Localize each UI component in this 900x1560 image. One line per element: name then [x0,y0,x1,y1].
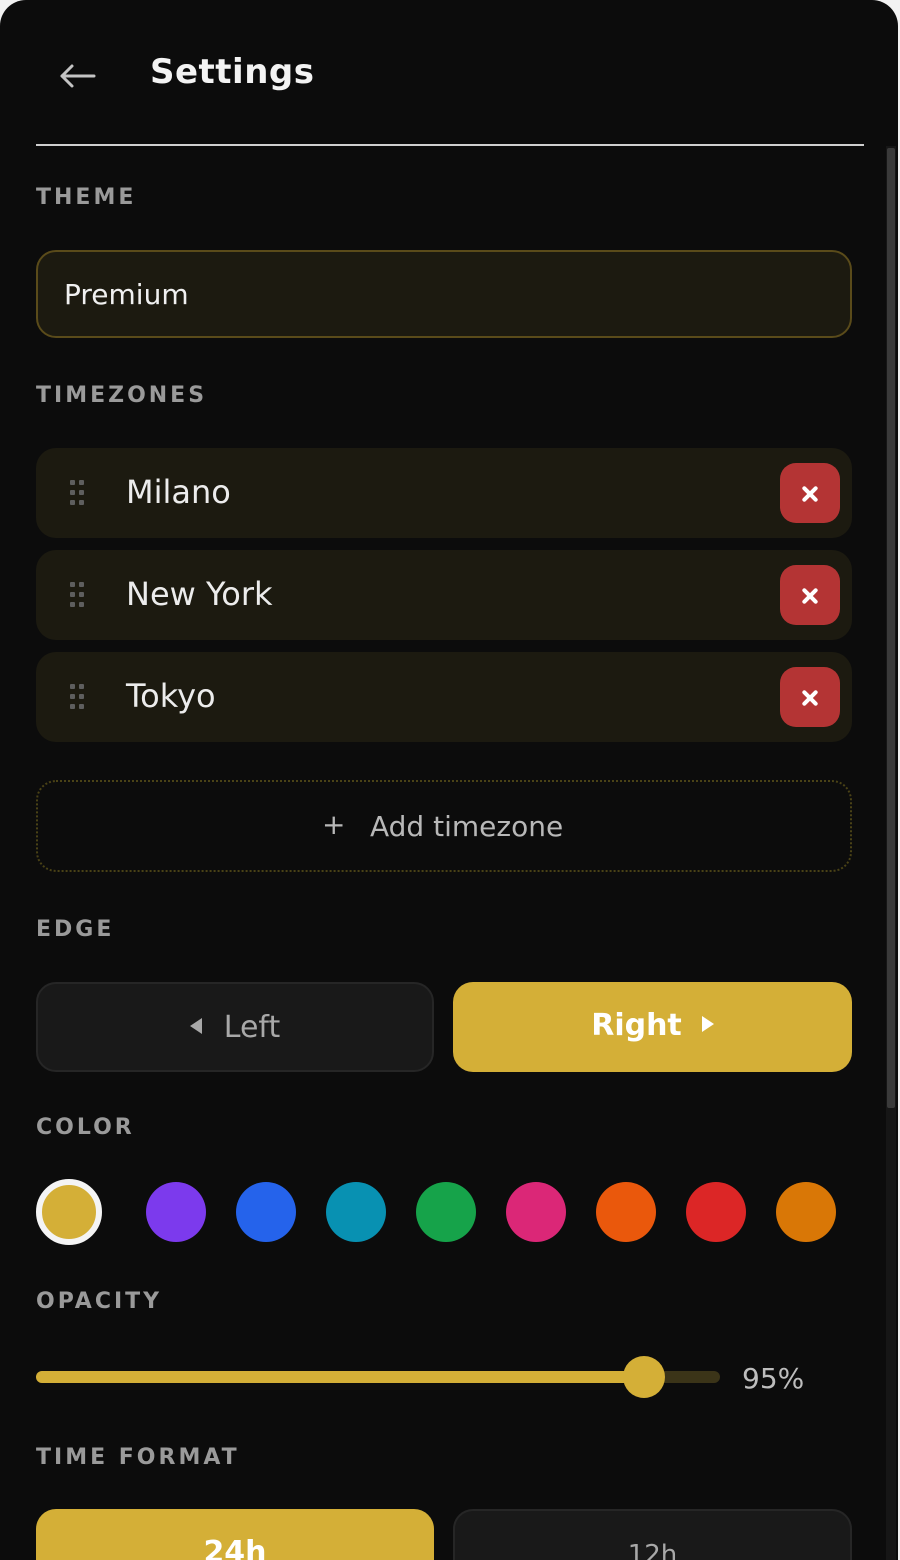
color-swatch[interactable] [686,1182,746,1242]
settings-header: Settings [36,0,864,146]
drag-handle-icon[interactable] [68,682,88,712]
caret-left-icon [189,1018,202,1034]
edge-section-label: EDGE [36,917,115,942]
drag-handle-icon[interactable] [68,580,88,610]
time-format-24h-button[interactable]: 24h [36,1509,434,1560]
color-swatch[interactable] [596,1182,656,1242]
edge-right-label: Right [591,1008,682,1043]
theme-select[interactable]: Premium [36,250,852,338]
page-title: Settings [150,52,315,92]
plus-icon: + [322,808,346,841]
edge-right-button[interactable]: Right [453,982,852,1072]
time-format-12h-button[interactable]: 12h [453,1509,852,1560]
timezone-name: Milano [126,473,231,511]
color-swatch[interactable] [326,1182,386,1242]
timezone-row[interactable]: Milano [36,448,852,538]
timezones-section-label: TIMEZONES [36,383,208,408]
theme-section-label: THEME [36,185,137,210]
color-swatch[interactable] [36,1179,102,1245]
color-swatch[interactable] [416,1182,476,1242]
opacity-slider-thumb[interactable] [623,1356,665,1398]
add-timezone-label: Add timezone [370,810,564,843]
scrollbar[interactable] [886,146,896,1560]
color-section-label: COLOR [36,1115,135,1140]
edge-left-button[interactable]: Left [36,982,434,1072]
drag-handle-icon[interactable] [68,478,88,508]
time-format-24h-label: 24h [203,1535,267,1560]
scrollbar-thumb[interactable] [887,148,895,1108]
color-swatch[interactable] [776,1182,836,1242]
arrow-left-icon [60,64,96,88]
time-format-section-label: TIME FORMAT [36,1445,240,1470]
opacity-slider[interactable] [36,1356,720,1398]
color-swatch[interactable] [506,1182,566,1242]
timezone-row[interactable]: New York [36,550,852,640]
color-swatch[interactable] [236,1182,296,1242]
opacity-section-label: OPACITY [36,1289,163,1314]
timezone-name: New York [126,575,273,613]
remove-timezone-button[interactable] [780,667,840,727]
opacity-value: 95% [742,1362,805,1395]
caret-right-icon [701,1016,714,1032]
edge-left-label: Left [223,1010,281,1045]
remove-timezone-button[interactable] [780,463,840,523]
timezone-row[interactable]: Tokyo [36,652,852,742]
time-format-12h-label: 12h [627,1540,678,1560]
theme-value: Premium [64,278,189,311]
back-button[interactable] [50,46,106,106]
settings-panel: Settings THEME Premium TIMEZONES Milano … [0,0,898,1560]
add-timezone-button[interactable]: + Add timezone [36,780,852,872]
color-swatch[interactable] [146,1182,206,1242]
remove-timezone-button[interactable] [780,565,840,625]
opacity-slider-fill [36,1371,644,1383]
timezone-name: Tokyo [126,677,216,715]
